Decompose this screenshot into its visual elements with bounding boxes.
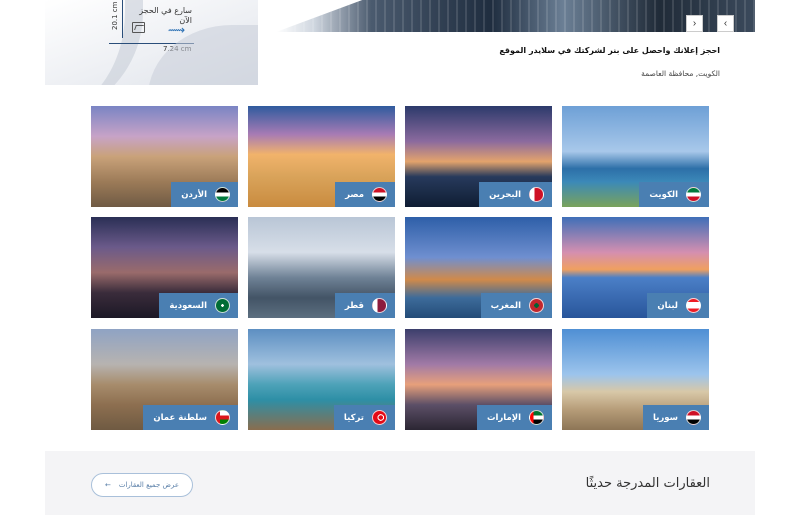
flag-icon <box>215 298 230 313</box>
country-label: الكويت <box>639 182 709 207</box>
country-name: الإمارات <box>486 412 521 423</box>
country-label: قطر <box>334 293 395 318</box>
height-dimension-label: 20.1 cm <box>111 1 119 30</box>
country-name: السعودية <box>169 300 207 311</box>
country-label: المغرب <box>480 293 552 318</box>
country-name: مصر <box>345 189 364 200</box>
country-name: البحرين <box>489 189 521 200</box>
flag-icon <box>372 187 387 202</box>
country-label: مصر <box>335 182 395 207</box>
arrow-left-icon: ← <box>104 481 111 489</box>
flag-icon <box>686 298 701 313</box>
section-title: العقارات المدرجة حديثًا <box>585 476 710 491</box>
country-label: السعودية <box>159 293 238 318</box>
country-label: لبنان <box>647 293 709 318</box>
country-label: الإمارات <box>476 405 552 430</box>
country-label: تركيا <box>333 405 395 430</box>
ad-title: احجز إعلانك واحصل على بنر لشركتك في سلاي… <box>499 46 720 55</box>
countries-grid: الكويت البحرين مصر الأردن لبنان المغرب قطر السع… <box>91 106 709 430</box>
country-name: تركيا <box>343 412 364 423</box>
flag-icon <box>529 410 544 425</box>
wave-arrow-icon: ⟿ <box>168 23 186 37</box>
flag-icon <box>529 187 544 202</box>
country-name: لبنان <box>657 300 678 311</box>
country-name: الأردن <box>181 189 207 200</box>
country-label: سلطنة عمان <box>143 405 238 430</box>
ad-location: الكويت, محافظة العاصمة <box>641 69 720 78</box>
country-name: سلطنة عمان <box>153 412 207 423</box>
slider-next-button[interactable]: ‹ <box>717 15 734 32</box>
country-card-oman[interactable]: سلطنة عمان <box>91 329 238 430</box>
country-card-morocco[interactable]: المغرب <box>405 217 552 318</box>
country-card-jordan[interactable]: الأردن <box>91 106 238 207</box>
hero-slide-image <box>276 0 755 32</box>
height-dimension-line <box>122 0 123 38</box>
country-name: سوريا <box>653 412 678 423</box>
width-dimension-line <box>109 43 194 44</box>
country-card-qatar[interactable]: قطر <box>248 217 395 318</box>
view-all-properties-button[interactable]: ← عرض جميع العقارات <box>91 473 193 497</box>
flag-icon <box>372 298 387 313</box>
country-label: البحرين <box>479 182 552 207</box>
country-name: قطر <box>344 300 364 311</box>
country-card-bahrain[interactable]: البحرين <box>405 106 552 207</box>
country-card-kuwait[interactable]: الكويت <box>562 106 709 207</box>
width-dimension-label: 7.24 cm <box>163 45 192 53</box>
flag-icon <box>686 410 701 425</box>
flag-icon <box>372 410 387 425</box>
country-name: المغرب <box>490 300 521 311</box>
flag-icon <box>215 410 230 425</box>
view-all-label: عرض جميع العقارات <box>118 481 180 489</box>
country-label: سوريا <box>643 405 709 430</box>
country-card-lebanon[interactable]: لبنان <box>562 217 709 318</box>
country-card-egypt[interactable]: مصر <box>248 106 395 207</box>
country-card-uae[interactable]: الإمارات <box>405 329 552 430</box>
slider-prev-button[interactable]: › <box>686 15 703 32</box>
flag-icon <box>686 187 701 202</box>
country-card-turkey[interactable]: تركيا <box>248 329 395 430</box>
flag-icon <box>529 298 544 313</box>
country-name: الكويت <box>649 189 678 200</box>
country-label: الأردن <box>171 182 238 207</box>
country-card-saudi[interactable]: السعودية <box>91 217 238 318</box>
recent-listings-section: العقارات المدرجة حديثًا ← عرض جميع العقا… <box>45 451 755 515</box>
country-card-syria[interactable]: سوريا <box>562 329 709 430</box>
image-icon <box>132 22 145 33</box>
flag-icon <box>215 187 230 202</box>
ad-banner-placeholder[interactable]: 20.1 cm سارع في الحجز الآن ⟿ 7.24 cm <box>45 0 258 85</box>
